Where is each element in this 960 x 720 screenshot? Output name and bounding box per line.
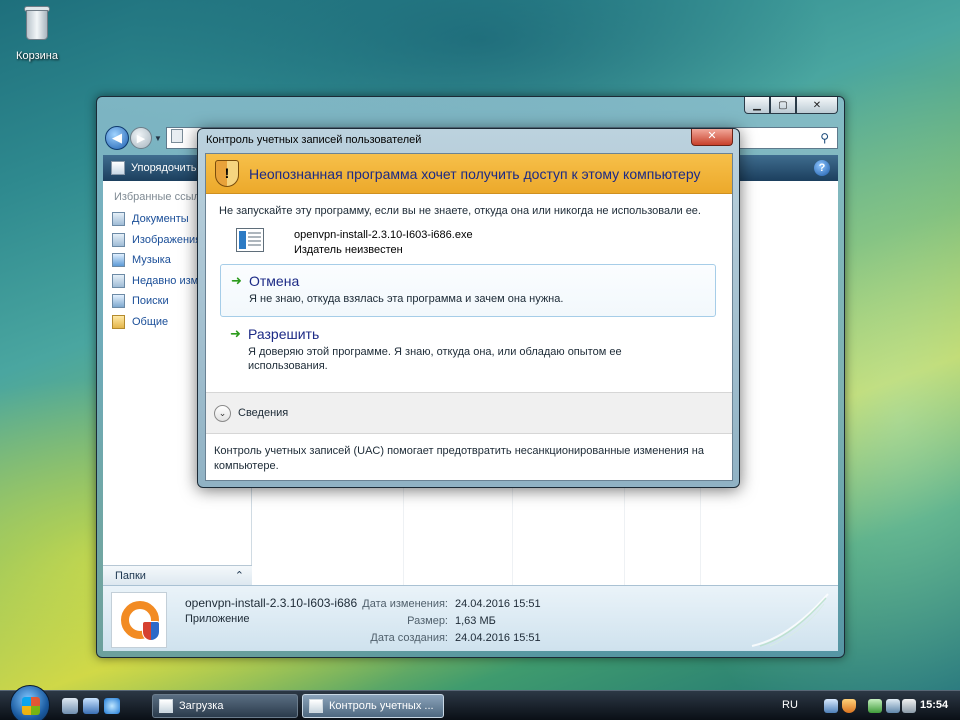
- recycle-bin-label: Корзина: [16, 50, 58, 62]
- details-file-type: Приложение: [185, 613, 250, 625]
- taskbar-item-label: Контроль учетных ...: [329, 700, 434, 712]
- clock[interactable]: 15:54: [920, 699, 948, 711]
- taskbar-item-uac[interactable]: Контроль учетных ...: [302, 694, 444, 718]
- modified-value: 24.04.2016 15:51: [455, 598, 541, 610]
- nav-item-label: Поиски: [132, 295, 169, 308]
- size-label: Размер:: [407, 615, 448, 627]
- chevron-down-icon[interactable]: ⌄: [214, 404, 231, 422]
- window-controls: ▁ ▢ ✕: [744, 97, 838, 114]
- created-label: Дата создания:: [370, 632, 448, 644]
- size-value: 1,63 МБ: [455, 615, 496, 627]
- nav-item-label: Документы: [132, 213, 189, 226]
- cancel-option-description: Я не знаю, откуда взялась эта программа …: [249, 293, 564, 305]
- language-indicator[interactable]: RU: [782, 699, 798, 711]
- openvpn-file-icon: [111, 592, 167, 648]
- modified-label: Дата изменения:: [362, 598, 448, 610]
- uac-warning-banner: ! Неопознанная программа хочет получить …: [206, 154, 732, 194]
- uac-warning-text: Не запускайте эту программу, если вы не …: [219, 205, 701, 217]
- windows-logo-icon: [22, 697, 40, 715]
- organize-icon: [111, 161, 125, 175]
- chevron-up-icon: ⌃: [234, 570, 244, 582]
- uac-window-icon: [309, 699, 323, 713]
- back-arrow-icon[interactable]: ◀: [105, 126, 129, 150]
- minimize-button[interactable]: ▁: [744, 97, 770, 114]
- uac-close-button[interactable]: ✕: [691, 129, 733, 146]
- program-publisher: Издатель неизвестен: [294, 244, 403, 256]
- searches-icon: [112, 294, 125, 309]
- nav-item-label: Музыка: [132, 254, 171, 267]
- details-pane: openvpn-install-2.3.10-I603-i686 Приложе…: [103, 585, 838, 651]
- forward-arrow-icon[interactable]: ▶: [130, 127, 152, 149]
- decorative-swoosh: [751, 593, 829, 647]
- switch-windows-icon[interactable]: [83, 698, 99, 714]
- tray-security-shield-icon[interactable]: [842, 699, 856, 713]
- details-values: 24.04.2016 15:51 1,63 МБ 24.04.2016 15:5…: [455, 596, 541, 647]
- uac-dialog-title: Контроль учетных записей пользователей: [206, 134, 422, 146]
- tray-network-icon[interactable]: [824, 699, 838, 713]
- uac-dialog: Контроль учетных записей пользователей ✕…: [197, 128, 740, 488]
- taskbar: Загрузка Контроль учетных ... RU 15:54: [0, 685, 960, 720]
- pictures-icon: [112, 232, 125, 247]
- green-arrow-icon: ➜: [231, 273, 242, 288]
- allow-option-title: Разрешить: [248, 326, 320, 342]
- details-label: Сведения: [238, 407, 289, 419]
- created-value: 24.04.2016 15:51: [455, 632, 541, 644]
- taskbar-item-label: Загрузка: [179, 700, 224, 712]
- folders-toggle[interactable]: Папки ⌃: [103, 565, 252, 585]
- warning-shield-icon: !: [215, 160, 239, 187]
- organize-button[interactable]: Упорядочить: [131, 162, 196, 174]
- tray-sync-icon[interactable]: [868, 699, 882, 713]
- allow-option-description: Я доверяю этой программе. Я знаю, откуда…: [248, 346, 622, 372]
- start-button[interactable]: [10, 685, 50, 720]
- program-name: openvpn-install-2.3.10-I603-i686.exe: [294, 229, 473, 241]
- taskbar-item-downloads[interactable]: Загрузка: [152, 694, 298, 718]
- help-icon[interactable]: ?: [814, 160, 830, 176]
- uac-shield-overlay-icon: [142, 621, 160, 641]
- banner-text: Неопознанная программа хочет получить до…: [249, 165, 701, 182]
- folder-path-icon: [171, 129, 183, 143]
- folders-label: Папки: [115, 569, 146, 582]
- nav-item-label: Изображения: [132, 233, 202, 246]
- cancel-option-title: Отмена: [249, 273, 300, 289]
- tray-volume-icon[interactable]: [902, 699, 916, 713]
- public-folder-icon: [112, 314, 125, 329]
- details-file-name: openvpn-install-2.3.10-I603-i686: [185, 596, 358, 610]
- allow-option-button[interactable]: ➜ Разрешить Я доверяю этой программе. Я …: [220, 318, 716, 378]
- green-arrow-icon: ➜: [230, 326, 241, 341]
- cancel-option-button[interactable]: ➜ Отмена Я не знаю, откуда взялась эта п…: [220, 264, 716, 317]
- search-icon[interactable]: ⚲: [820, 131, 829, 145]
- program-icon: [236, 228, 264, 252]
- documents-icon: [112, 212, 125, 227]
- recent-icon: [112, 273, 125, 288]
- close-button[interactable]: ✕: [796, 97, 838, 114]
- recycle-bin-icon: [21, 2, 53, 42]
- recycle-bin-desktop-icon[interactable]: Корзина: [8, 2, 66, 62]
- music-icon: [112, 253, 125, 268]
- history-dropdown-icon[interactable]: ▼: [154, 134, 162, 143]
- uac-dialog-body: ! Неопознанная программа хочет получить …: [205, 153, 733, 481]
- internet-explorer-icon[interactable]: [104, 698, 120, 714]
- details-expander[interactable]: ⌄ Сведения: [206, 392, 732, 434]
- details-labels: Дата изменения: Размер: Дата создания:: [351, 596, 448, 647]
- tray-display-icon[interactable]: [886, 699, 900, 713]
- nav-item-label: Общие: [132, 315, 169, 328]
- show-desktop-icon[interactable]: [62, 698, 78, 714]
- folder-window-icon: [159, 699, 173, 713]
- uac-footer-text: Контроль учетных записей (UAC) помогает …: [214, 445, 704, 472]
- maximize-button[interactable]: ▢: [770, 97, 796, 114]
